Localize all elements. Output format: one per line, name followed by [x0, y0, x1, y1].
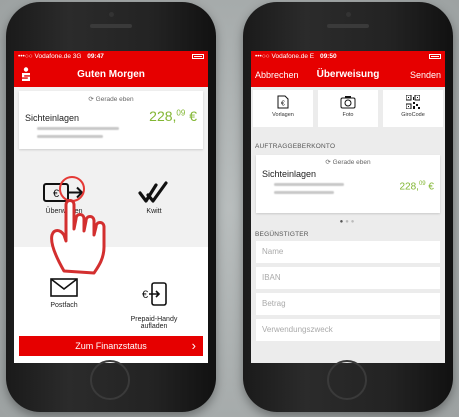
- purpose-field[interactable]: Verwendungszweck: [256, 319, 440, 341]
- speaker: [90, 24, 132, 28]
- status-carrier: •••○○ Vodafone.de E: [255, 53, 315, 60]
- camera-icon: [340, 96, 356, 109]
- status-carrier: •••○○ Vodafone.de 3G: [18, 53, 82, 60]
- home-button[interactable]: [327, 360, 367, 400]
- iban-field[interactable]: IBAN: [256, 267, 440, 289]
- transfer-header: Abbrechen Überweisung Senden: [251, 63, 445, 87]
- tool-girocode-label: GiroCode: [401, 112, 425, 118]
- chevron-right-icon: ›: [191, 338, 196, 353]
- account-balance: 228,09 €: [149, 108, 197, 124]
- account-name: Sichteinlagen: [262, 169, 317, 179]
- home-button[interactable]: [90, 360, 130, 400]
- kwitt-icon: [138, 181, 168, 203]
- refresh-icon: ⟳: [88, 96, 96, 103]
- balance-cents: 09: [418, 181, 426, 187]
- status-bar: •••○○ Vodafone.de 3G 09:47: [14, 51, 208, 63]
- finance-status-button[interactable]: Zum Finanzstatus ›: [19, 336, 203, 356]
- refresh-status: ⟳ Gerade eben: [256, 158, 440, 166]
- phone-left: •••○○ Vodafone.de 3G 09:47 Guten Morgen …: [6, 2, 216, 412]
- speaker: [327, 24, 369, 28]
- tool-girocode[interactable]: GiroCode: [383, 90, 443, 127]
- recipient-name-field[interactable]: Name: [256, 241, 440, 263]
- finance-status-label: Zum Finanzstatus: [75, 341, 147, 351]
- masked-iban: [37, 127, 119, 130]
- input-tools: € Vorlagen Foto GiroCode: [251, 87, 445, 131]
- screen-home: •••○○ Vodafone.de 3G 09:47 Guten Morgen …: [14, 51, 208, 363]
- status-time: 09:47: [87, 53, 104, 60]
- status-time: 09:50: [319, 53, 337, 60]
- account-card[interactable]: ⟳ Gerade eben Sichteinlagen 228,09 €: [19, 91, 203, 149]
- tool-photo[interactable]: Foto: [318, 90, 378, 127]
- app-header: Guten Morgen: [14, 63, 208, 87]
- balance-main: 228,: [149, 108, 177, 124]
- tool-templates[interactable]: € Vorlagen: [253, 90, 313, 127]
- payer-account-card[interactable]: ⟳ Gerade eben Sichteinlagen 228,09 €: [256, 155, 440, 213]
- balance-main: 228,: [399, 181, 419, 193]
- greeting-title: Guten Morgen: [77, 69, 145, 80]
- tap-hand-icon: [50, 176, 106, 275]
- tool-templates-label: Vorlagen: [272, 112, 294, 118]
- front-camera: [109, 12, 114, 17]
- balance-currency: €: [185, 108, 197, 124]
- phone-right: •••○○ Vodafone.de E 09:50 Abbrechen Über…: [243, 2, 453, 412]
- account-name: Sichteinlagen: [25, 113, 80, 123]
- balance-cents: 09: [176, 108, 186, 118]
- amount-field[interactable]: Betrag: [256, 293, 440, 315]
- svg-text:€: €: [142, 289, 148, 301]
- masked-owner: [274, 191, 334, 194]
- action-prepaid-label: Prepaid-Handy aufladen: [130, 316, 178, 330]
- page-indicator: ●●●: [339, 219, 357, 225]
- masked-owner: [37, 135, 103, 138]
- action-kwitt[interactable]: Kwitt: [114, 181, 194, 215]
- refresh-status: ⟳ Gerade eben: [19, 95, 203, 103]
- tool-photo-label: Foto: [342, 112, 354, 118]
- battery-icon: [429, 54, 441, 59]
- template-icon: €: [277, 95, 289, 109]
- section-payer-account: AUFTRAGGEBERKONTO: [255, 143, 336, 150]
- prepaid-phone-icon: €: [142, 282, 167, 306]
- account-balance: 228,09 €: [400, 181, 435, 192]
- action-mailbox-label: Postfach: [50, 302, 78, 309]
- status-bar: •••○○ Vodafone.de E 09:50: [251, 51, 445, 63]
- send-button[interactable]: Senden: [410, 70, 441, 80]
- balance-currency: €: [425, 181, 434, 193]
- front-camera: [346, 12, 351, 17]
- refresh-icon: ⟳: [325, 159, 333, 166]
- section-recipient: BEGÜNSTIGTER: [255, 231, 309, 238]
- action-kwitt-label: Kwitt: [146, 208, 162, 215]
- masked-iban: [274, 183, 344, 186]
- battery-icon: [192, 54, 204, 59]
- qr-code-icon: [406, 95, 420, 109]
- action-prepaid[interactable]: € Prepaid-Handy aufladen: [114, 275, 194, 330]
- svg-text:€: €: [281, 101, 285, 108]
- refresh-label: Gerade eben: [332, 159, 371, 166]
- screen-transfer: •••○○ Vodafone.de E 09:50 Abbrechen Über…: [251, 51, 445, 363]
- refresh-label: Gerade eben: [95, 96, 134, 103]
